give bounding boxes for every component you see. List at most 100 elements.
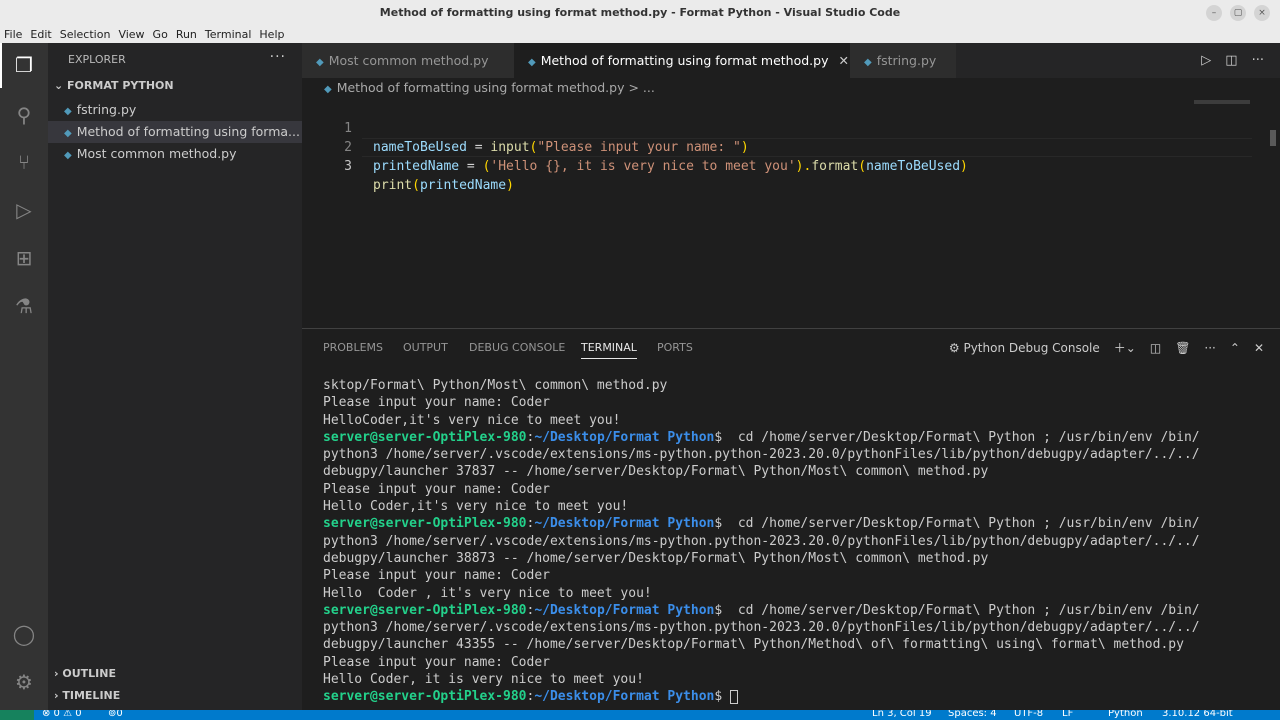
active-indicator [0,43,2,88]
terminal-line: Please input your name: Coder [323,654,550,670]
line-number: 2 [344,140,352,155]
tab-fstring[interactable]: ◆ fstring.py [850,43,956,78]
menu-terminal[interactable]: Terminal [205,26,252,43]
trash-icon[interactable]: 🗑 [1175,341,1190,355]
tab-output[interactable]: OUTPUT [403,341,448,354]
python-file-icon: ◆ [64,106,72,117]
line-number: 1 [344,121,352,136]
search-icon[interactable]: ⚲ [12,103,36,127]
menu-bar: File Edit Selection View Go Run Terminal… [0,26,1280,43]
prompt-command: $ cd /home/server/Desktop/Format\ Python… [714,429,1200,445]
prompt-user: server@server-OptiPlex-980 [323,516,527,532]
interpreter-version[interactable]: 3.10.12 64-bit [1162,710,1233,719]
extensions-icon[interactable]: ⊞ [12,246,36,270]
timeline-section[interactable]: › TIMELINE [54,689,120,702]
remote-indicator[interactable] [0,710,34,720]
outline-section[interactable]: › OUTLINE [54,667,116,680]
source-control-icon[interactable]: ⑂ [12,150,36,174]
more-actions-icon[interactable]: ··· [1204,341,1215,355]
file-label: Method of formatting using forma... [76,124,300,139]
token: nameToBeUsed [373,140,467,155]
language-mode[interactable]: Python [1108,710,1143,719]
split-terminal-icon[interactable]: ◫ [1150,341,1161,355]
tab-debug-console[interactable]: DEBUG CONSOLE [469,341,565,354]
menu-view[interactable]: View [118,26,144,43]
close-tab-icon[interactable]: ✕ [838,53,848,68]
file-method-of-formatting[interactable]: ◆ Method of formatting using forma... [48,121,302,143]
panel-actions: ⚙ Python Debug Console ＋⌄ ◫ 🗑 ··· ⌃ ✕ [949,339,1264,356]
token: ) [506,178,514,193]
terminal-line: Please input your name: Coder [323,568,550,584]
menu-edit[interactable]: Edit [30,26,51,43]
testing-icon[interactable]: ⚗ [12,294,36,318]
menu-help[interactable]: Help [259,26,284,43]
token: format [811,159,859,174]
tab-method-of-formatting[interactable]: ◆ Method of formatting using format metho… [514,43,850,78]
window-title: Method of formatting using format method… [0,0,1280,26]
activity-bar: ❐ ⚲ ⑂ ▷ ⊞ ⚗ ◯ ⚙ [0,43,48,710]
code-editor[interactable]: 1 nameToBeUsed = input ("Please input you… [302,100,1280,328]
minimap[interactable] [1194,100,1250,104]
code-line-2: 2 printedName = ('Hello {}, it is very n… [302,119,968,174]
terminal-line: python3 /home/server/.vscode/extensions/… [323,447,1200,463]
maximize-panel-icon[interactable]: ⌃ [1230,341,1240,355]
close-panel-icon[interactable]: ✕ [1254,341,1264,355]
minimize-button[interactable]: – [1206,5,1222,21]
python-file-icon: ◆ [64,150,72,161]
terminal-line: python3 /home/server/.vscode/extensions/… [323,620,1200,636]
tab-terminal[interactable]: TERMINAL [581,341,637,359]
prompt-path: ~/Desktop/Format Python [534,602,715,618]
token: ( [858,159,867,174]
run-python-file-icon[interactable]: ▷ [1201,53,1211,68]
tab-problems[interactable]: PROBLEMS [323,341,383,354]
python-file-icon: ◆ [316,57,324,68]
editor-scrollbar[interactable] [1270,130,1276,146]
token: ). [795,159,812,174]
file-fstring[interactable]: ◆ fstring.py [48,99,302,121]
token: "Please input your name: " [537,140,741,155]
maximize-button[interactable]: ▢ [1230,5,1246,21]
menu-run[interactable]: Run [176,26,197,43]
encoding-status[interactable]: UTF-8 [1014,710,1043,719]
cursor-position[interactable]: Ln 3, Col 19 [872,710,932,719]
terminal-line: Hello Coder,it's very nice to meet you! [323,499,629,515]
terminal-cursor [730,689,738,704]
token: input [490,140,530,155]
explorer-icon[interactable]: ❐ [12,53,36,77]
eol-status[interactable]: LF [1062,710,1073,719]
terminal-output[interactable]: sktop/Format\ Python/Most\ common\ metho… [323,377,1200,706]
terminal-line: debugpy/launcher 38873 -- /home/server/D… [323,550,989,566]
more-actions-icon[interactable]: ··· [1252,53,1264,68]
code-line-3: 3 print(printedName) [302,138,514,193]
indentation-status[interactable]: Spaces: 4 [948,710,997,719]
close-window-button[interactable]: × [1254,5,1270,21]
folder-label: FORMAT PYTHON [67,79,174,92]
terminal-selector[interactable]: ⚙ Python Debug Console [949,341,1100,355]
terminal-name: Python Debug Console [963,340,1100,355]
editor-tabs: ◆ Most common method.py ◆ Method of format… [302,43,1280,78]
new-terminal-icon[interactable]: ＋⌄ [1114,339,1136,356]
outline-label: OUTLINE [62,667,116,680]
ports-status[interactable]: ⊚0 [108,710,123,719]
tab-label: Most common method.py [328,53,489,68]
menu-file[interactable]: File [4,26,22,43]
tab-ports[interactable]: PORTS [657,341,693,354]
prompt-command: $ cd /home/server/Desktop/Format\ Python… [714,602,1200,618]
menu-selection[interactable]: Selection [60,26,111,43]
more-actions-icon[interactable]: ··· [270,49,286,65]
file-most-common-method[interactable]: ◆ Most common method.py [48,143,302,165]
settings-gear-icon[interactable]: ⚙ [12,670,36,694]
tab-most-common-method[interactable]: ◆ Most common method.py [302,43,514,78]
breadcrumb-text[interactable]: Method of formatting using format method… [337,80,655,95]
problems-status[interactable]: ⊗ 0 ⚠ 0 [42,710,82,719]
explorer-sidebar: EXPLORER ··· ⌄ FORMAT PYTHON ◆ fstring.py… [48,43,302,710]
run-debug-icon[interactable]: ▷ [12,198,36,222]
editor-actions: ▷ ◫ ··· [1201,53,1264,68]
split-editor-icon[interactable]: ◫ [1225,53,1237,68]
token: print [373,178,413,193]
folder-format-python[interactable]: ⌄ FORMAT PYTHON [54,79,174,92]
accounts-icon[interactable]: ◯ [12,622,36,646]
terminal-line: Hello Coder, it is very nice to meet you… [323,672,644,688]
menu-go[interactable]: Go [153,26,168,43]
window-controls: – ▢ × [1206,5,1270,21]
